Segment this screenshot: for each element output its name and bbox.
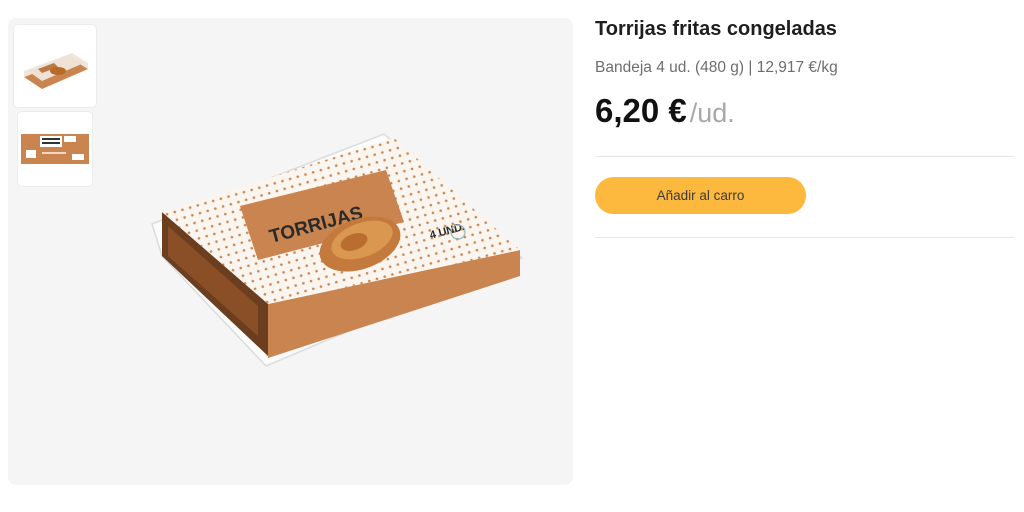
thumbnail-back-label[interactable] xyxy=(18,112,92,186)
thumbnail-front[interactable] xyxy=(14,25,96,107)
product-main-image: TORRIJAS 4 UND. xyxy=(151,133,524,367)
product-packaging-info: Bandeja 4 ud. (480 g) | 12,917 €/kg xyxy=(595,59,838,76)
product-price: 6,20 € xyxy=(595,92,687,129)
divider xyxy=(595,156,1014,157)
label-thumbnail-icon xyxy=(21,134,89,164)
price-row: 6,20 €/ud. xyxy=(595,92,735,130)
package-thumbnail-icon xyxy=(24,53,88,89)
product-title: Torrijas fritas congeladas xyxy=(595,18,837,40)
add-to-cart-button[interactable]: Añadir al carro xyxy=(595,177,806,214)
divider xyxy=(595,237,1014,238)
price-unit: /ud. xyxy=(689,98,735,128)
